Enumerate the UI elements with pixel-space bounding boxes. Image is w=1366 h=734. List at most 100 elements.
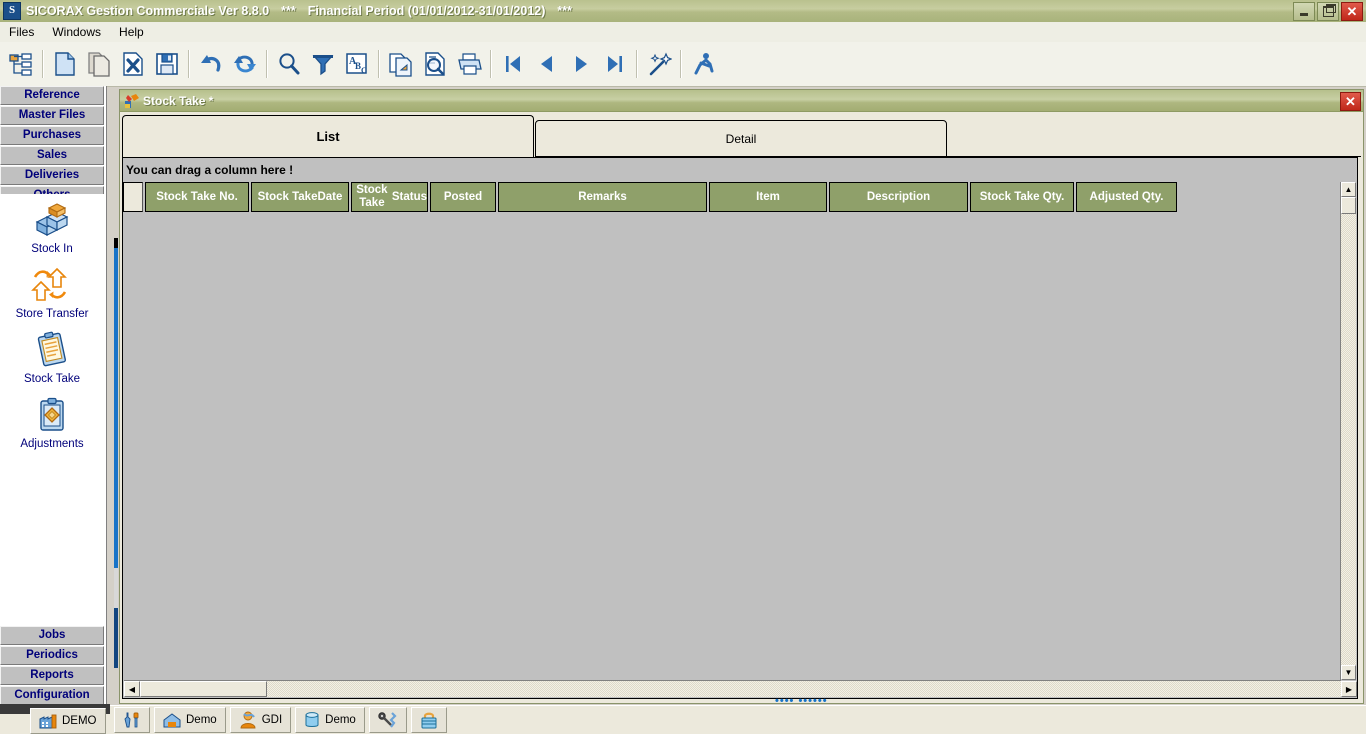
sidebar-group-reports[interactable]: Reports [0, 666, 104, 685]
refresh-button[interactable] [228, 45, 262, 83]
taskbar-item-demo-database[interactable]: Demo [295, 707, 365, 733]
export-button[interactable] [384, 45, 418, 83]
column-header-remarks[interactable]: Remarks [498, 182, 707, 212]
sidebar: Reference Master Files Purchases Sales D… [0, 86, 107, 706]
grid-select-all-corner[interactable] [123, 182, 143, 212]
scroll-right-button[interactable]: ▶ [1341, 681, 1357, 697]
stock-take-window-icon [125, 93, 139, 108]
column-header-stock-take-no[interactable]: Stock Take No. [145, 182, 249, 212]
menu-windows[interactable]: Windows [43, 23, 110, 41]
sidebar-item-label: Stock In [31, 243, 73, 255]
taskbar-item-gdi[interactable]: GDI [229, 707, 292, 733]
filter-button[interactable] [306, 45, 340, 83]
sidebar-group-reference[interactable]: Reference [0, 86, 104, 105]
sort-abc-icon: A B C [346, 53, 367, 75]
user-icon [240, 711, 256, 729]
window-controls: ✕ [1293, 2, 1363, 21]
export-icon [389, 53, 412, 77]
column-header-stock-take-date[interactable]: Stock Take Date [251, 182, 349, 212]
taskbar-item-lock[interactable] [410, 707, 447, 733]
tree-hierarchy-button[interactable] [4, 45, 38, 83]
taskbar-item-label: Demo [325, 714, 356, 726]
tab-detail[interactable]: Detail [535, 120, 947, 157]
sidebar-group-jobs[interactable]: Jobs [0, 626, 104, 645]
taskbar-item-tools[interactable] [114, 707, 150, 733]
taskbar-item-key-tools[interactable] [368, 707, 407, 733]
horizontal-scroll-track[interactable] [140, 681, 1341, 697]
vertical-scroll-thumb[interactable] [1341, 197, 1356, 214]
sidebar-item-store-transfer[interactable]: Store Transfer [0, 259, 104, 324]
sidebar-item-adjustments[interactable]: Adjustments [0, 389, 104, 454]
home-icon [163, 713, 181, 728]
sidebar-item-stock-in[interactable]: Stock In [0, 194, 104, 259]
close-button[interactable]: ✕ [1341, 2, 1363, 21]
horizontal-scroll-thumb[interactable] [140, 681, 267, 697]
stock-take-window: Stock Take * ✕ List Detail You can drag … [119, 89, 1364, 704]
stock-take-title: Stock Take * [143, 93, 214, 108]
column-header-adjusted-qty[interactable]: Adjusted Qty. [1076, 182, 1177, 212]
nav-last-icon [608, 56, 622, 72]
preview-document-icon [425, 52, 445, 76]
print-button[interactable] [452, 45, 486, 83]
minimize-button[interactable] [1293, 2, 1315, 21]
sidebar-group-master-files[interactable]: Master Files [0, 106, 104, 125]
sidebar-group-configuration[interactable]: Configuration [0, 686, 104, 705]
sidebar-top-groups: Reference Master Files Purchases Sales D… [0, 86, 104, 206]
grid-horizontal-scrollbar[interactable]: ◀ [124, 680, 1341, 697]
column-header-stock-take-status[interactable]: Stock Take Status [351, 182, 428, 212]
scroll-up-button[interactable]: ▲ [1341, 182, 1356, 197]
sidebar-group-periodics[interactable]: Periodics [0, 646, 104, 665]
taskbar-item-demo-factory[interactable]: DEMO [30, 708, 106, 734]
grid-header-row: Stock Take No. Stock Take Date Stock Tak… [123, 182, 1357, 212]
nav-next-button[interactable] [564, 45, 598, 83]
column-header-line2: Date [317, 190, 343, 203]
window-title-separator-2: *** [557, 4, 572, 18]
stock-take-close-button[interactable]: ✕ [1340, 92, 1361, 111]
nav-last-button[interactable] [598, 45, 632, 83]
grid-vertical-scrollbar[interactable]: ▲ ▼ [1340, 182, 1356, 680]
toolbar-separator [680, 50, 682, 78]
wizard-button[interactable] [642, 45, 676, 83]
restore-button[interactable] [1317, 2, 1339, 21]
sidebar-item-label: Store Transfer [15, 308, 89, 320]
main-toolbar: A B C [0, 42, 1366, 87]
taskbar-item-demo-home[interactable]: Demo [154, 707, 226, 733]
sort-abc-button[interactable]: A B C [340, 45, 374, 83]
adjustments-clipboard-icon [40, 397, 64, 431]
column-header-posted[interactable]: Posted [430, 182, 496, 212]
new-document-button[interactable] [48, 45, 82, 83]
delete-document-icon [123, 52, 143, 76]
undo-icon [201, 55, 221, 72]
print-icon [458, 53, 482, 75]
search-button[interactable] [272, 45, 306, 83]
sidebar-group-purchases[interactable]: Purchases [0, 126, 104, 145]
undo-button[interactable] [194, 45, 228, 83]
taskbar-item-label: GDI [261, 714, 283, 726]
save-button[interactable] [150, 45, 184, 83]
column-header-item[interactable]: Item [709, 182, 827, 212]
svg-text:C: C [361, 66, 367, 75]
nav-first-button[interactable] [496, 45, 530, 83]
scroll-down-button[interactable]: ▼ [1341, 665, 1356, 680]
wizard-wand-icon [649, 52, 672, 76]
window-title-app: SICORAX Gestion Commerciale Ver 8.8.0 [26, 4, 270, 18]
menu-files[interactable]: Files [0, 23, 43, 41]
sidebar-group-deliveries[interactable]: Deliveries [0, 166, 104, 185]
app-logo-icon: S [3, 2, 21, 20]
delete-document-button[interactable] [116, 45, 150, 83]
menu-help[interactable]: Help [110, 23, 153, 41]
preview-button[interactable] [418, 45, 452, 83]
column-header-description[interactable]: Description [829, 182, 968, 212]
sidebar-item-stock-take[interactable]: Stock Take [0, 324, 104, 389]
run-button[interactable] [686, 45, 720, 83]
scroll-left-button[interactable]: ◀ [124, 681, 140, 697]
toolbar-separator [490, 50, 492, 78]
tab-list[interactable]: List [122, 115, 534, 157]
vertical-scroll-track[interactable] [1341, 197, 1356, 665]
copy-document-button[interactable] [82, 45, 116, 83]
sidebar-group-sales[interactable]: Sales [0, 146, 104, 165]
taskbar: DEMO Demo GDI Demo [0, 704, 1366, 734]
store-transfer-arrows-icon [31, 267, 67, 301]
nav-previous-button[interactable] [530, 45, 564, 83]
column-header-stock-take-qty[interactable]: Stock Take Qty. [970, 182, 1074, 212]
